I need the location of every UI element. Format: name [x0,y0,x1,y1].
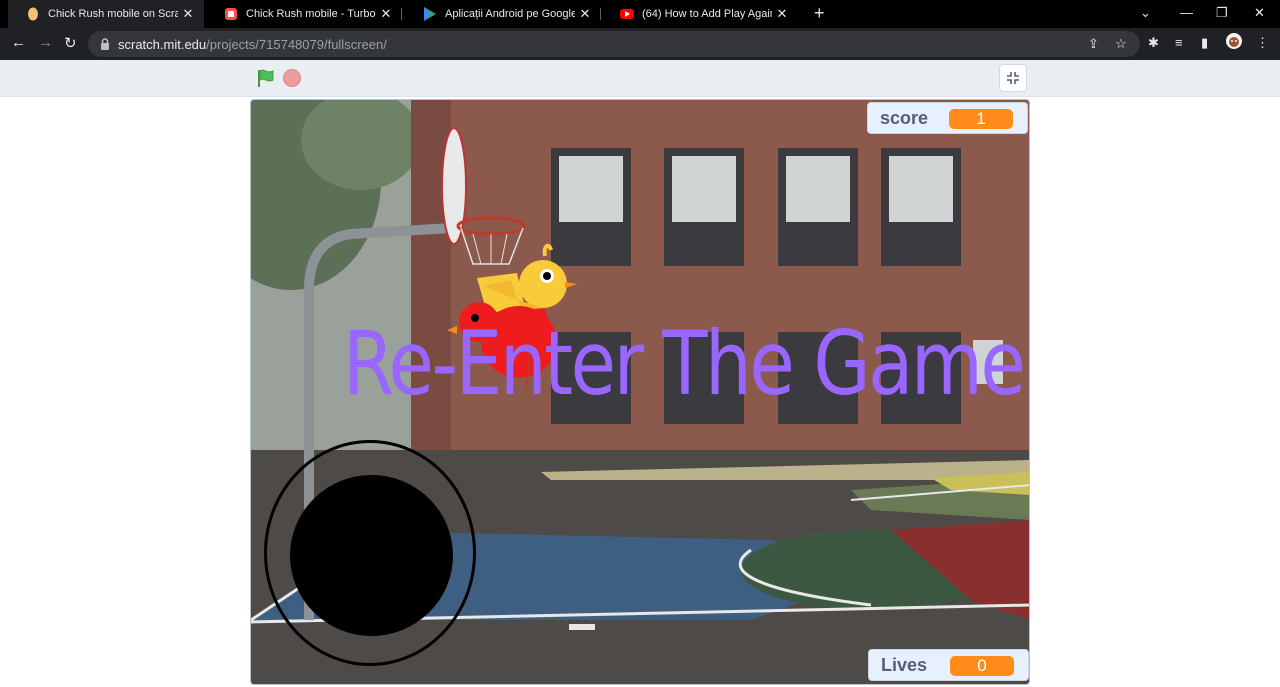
close-tab-icon[interactable]: ✕ [575,6,595,22]
score-monitor: score 1 [867,102,1028,134]
exit-fullscreen-button[interactable] [999,64,1027,92]
tab-title: Chick Rush mobile on Scratch [48,8,178,20]
close-tab-icon[interactable]: ✕ [772,6,792,22]
lives-label: Lives [881,654,928,675]
side-panel-icon[interactable]: ▮ [1201,35,1208,51]
close-window-button[interactable]: ✕ [1254,5,1265,21]
scratch-cat-icon [26,7,40,21]
reload-button[interactable]: ↻ [64,34,77,52]
browser-toolbar: ← → ↻ scratch.mit.edu/projects/715748079… [0,28,1280,60]
tab-chick-rush-scratch[interactable]: Chick Rush mobile on Scratch ✕ [8,0,204,28]
url-path: /projects/715748079/fullscreen/ [206,36,387,52]
close-tab-icon[interactable]: ✕ [178,6,198,22]
close-tab-icon[interactable]: ✕ [376,6,396,22]
stop-sign-icon[interactable] [283,69,301,87]
new-tab-button[interactable]: + [814,3,825,24]
turbowarp-icon [224,7,238,21]
exit-fullscreen-icon [1007,72,1019,84]
lock-icon[interactable] [98,37,112,51]
extensions-puzzle-icon[interactable]: ✱ [1148,35,1159,51]
score-label: score [880,107,929,128]
score-value: 1 [949,109,1013,129]
forward-button[interactable]: → [38,34,53,51]
tab-separator [600,8,601,20]
browser-tab-strip: Chick Rush mobile on Scratch ✕ Chick Rus… [0,0,1280,28]
restore-window-button[interactable]: ❐ [1216,5,1228,21]
tab-google-play[interactable]: Aplicații Android pe Google Play ✕ [405,0,601,28]
bookmark-star-icon[interactable]: ☆ [1115,36,1127,52]
url-host: scratch.mit.edu [118,36,207,52]
tab-youtube[interactable]: (64) How to Add Play Again Butto ✕ [602,0,798,28]
green-flag-icon[interactable] [256,68,276,88]
re-enter-game-message: Re-Enter The Game [343,312,1026,415]
lives-monitor: Lives 0 [868,649,1029,681]
profile-avatar[interactable] [1226,33,1242,52]
scratch-controls-bar [0,60,1280,97]
browser-menu-icon[interactable]: ⋮ [1256,35,1269,51]
lives-value: 0 [950,656,1014,676]
tab-turbowarp[interactable]: Chick Rush mobile - TurboWarp ✕ [206,0,402,28]
tab-title: (64) How to Add Play Again Butto [642,8,772,20]
share-icon[interactable]: ⇪ [1088,36,1099,52]
minimize-window-button[interactable]: — [1180,5,1193,20]
media-controls-icon[interactable]: ≡ [1175,35,1183,50]
tab-separator [401,8,402,20]
tab-title: Aplicații Android pe Google Play [445,8,575,20]
back-button[interactable]: ← [11,34,26,51]
joystick-knob[interactable] [290,475,453,636]
address-bar[interactable]: scratch.mit.edu/projects/715748079/fulls… [88,31,1140,57]
google-play-icon [423,7,437,21]
url-text: scratch.mit.edu/projects/715748079/fulls… [118,37,387,52]
tab-title: Chick Rush mobile - TurboWarp [246,8,376,20]
project-stage[interactable]: Re-Enter The Game score 1 Lives 0 [250,99,1030,685]
tab-search-chevron-icon[interactable]: ⌄ [1140,5,1151,21]
youtube-icon [620,7,634,21]
